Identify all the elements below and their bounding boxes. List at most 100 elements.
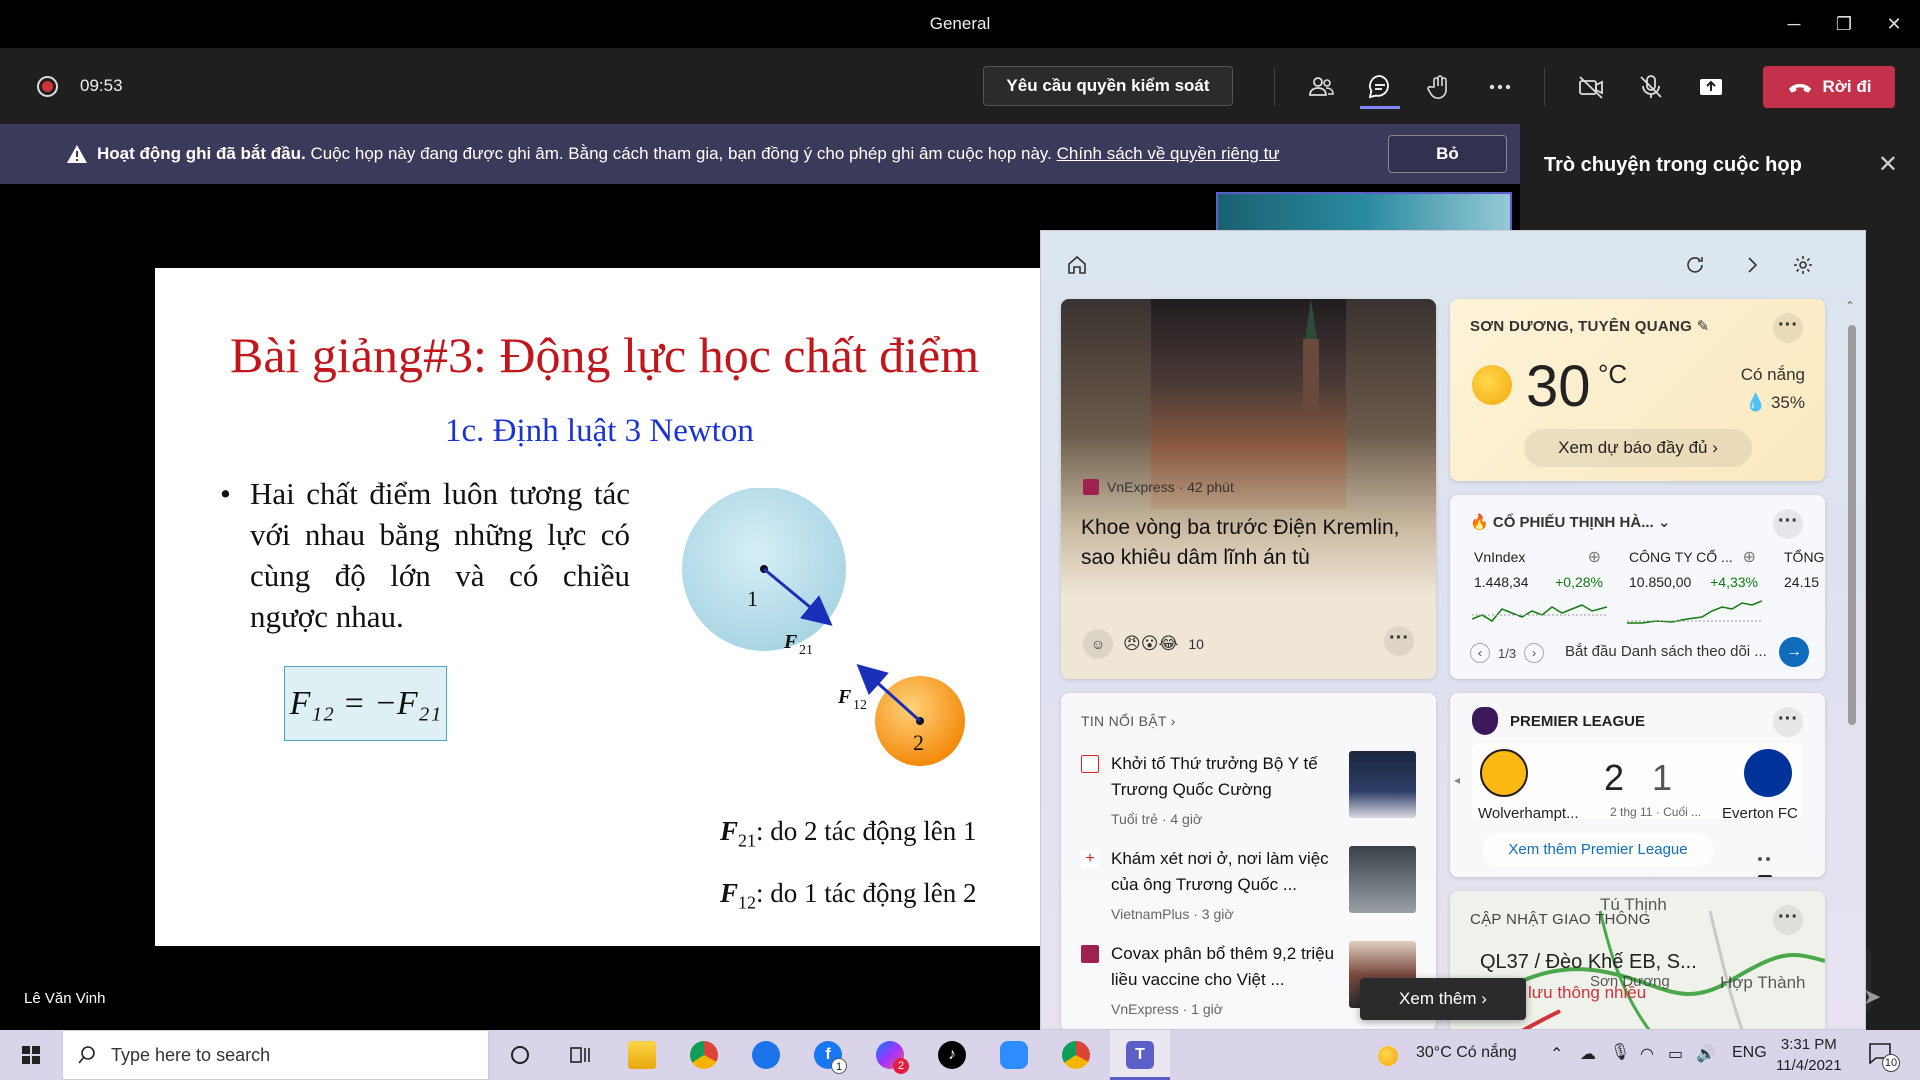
top-stories-header[interactable]: TIN NỔI BẬT › xyxy=(1081,713,1176,729)
clock-date: 11/4/2021 xyxy=(1776,1057,1842,1074)
minimize-icon[interactable]: ─ xyxy=(1774,8,1814,40)
arrow-right-icon[interactable]: → xyxy=(1779,637,1809,667)
chat-title: Trò chuyện trong cuộc họp xyxy=(1544,154,1802,176)
show-hidden-icons-icon[interactable]: ⌃ xyxy=(1550,1044,1563,1064)
presenter-name: Lê Văn Vinh xyxy=(24,990,106,1007)
full-forecast-button[interactable]: Xem dự báo đầy đủ › xyxy=(1524,429,1752,467)
participant-video-thumbnail[interactable] xyxy=(1216,192,1512,232)
leave-button[interactable]: Rời đi xyxy=(1763,66,1895,108)
privacy-link[interactable]: Chính sách về quyền riêng tư xyxy=(1057,144,1280,163)
story-title: Khám xét nơi ở, nơi làm việc của ông Trư… xyxy=(1111,849,1329,894)
volume-icon[interactable]: 🔊 xyxy=(1696,1044,1716,1064)
chevron-down-icon[interactable]: ⌄ xyxy=(1658,514,1671,531)
more-premier-league-button[interactable]: Xem thêm Premier League xyxy=(1482,833,1714,867)
news-hero-card[interactable]: VnExpress · 42 phút Khoe vòng ba trước Đ… xyxy=(1061,299,1436,679)
more-options-icon[interactable] xyxy=(1480,68,1520,106)
stock-sparkline xyxy=(1627,600,1762,624)
chat-icon[interactable] xyxy=(1360,68,1400,106)
note-f21-text: do 2 tác động lên 1 xyxy=(770,816,977,846)
premier-league-more-icon[interactable]: ··· xyxy=(1773,707,1803,737)
facebook-icon[interactable]: f1 xyxy=(811,1038,847,1074)
add-stock-icon[interactable]: ⊕ xyxy=(1588,547,1601,567)
windows-start-icon[interactable] xyxy=(10,1040,52,1070)
story-thumbnail xyxy=(1349,751,1416,818)
system-clock[interactable]: 3:31 PM 11/4/2021 xyxy=(1776,1034,1842,1076)
start-watchlist-link[interactable]: Bắt đầu Danh sách theo dõi ... xyxy=(1565,643,1767,660)
weather-condition-text: Có nắng xyxy=(1740,365,1805,384)
file-explorer-icon[interactable] xyxy=(625,1038,659,1072)
widgets-scrollbar[interactable]: ⌃ ⌄ xyxy=(1843,299,1859,1019)
weather-card[interactable]: SƠN DƯƠNG, TUYÊN QUANG ✎ ··· 30 °C Có nắ… xyxy=(1450,299,1825,481)
everton-crest-icon xyxy=(1744,749,1792,797)
messenger-icon[interactable]: 2 xyxy=(873,1038,909,1074)
close-window-icon[interactable]: ✕ xyxy=(1874,8,1914,40)
premier-league-card[interactable]: PREMIER LEAGUE ··· ◂ 2 1 Wolverhampt... … xyxy=(1450,693,1825,877)
taskbar-search-box[interactable]: Type here to search xyxy=(62,1030,489,1080)
weather-conditions: Có nắng 💧 35% xyxy=(1741,361,1805,417)
raindrop-icon: 💧 xyxy=(1745,393,1767,412)
dismiss-button[interactable]: Bỏ xyxy=(1388,135,1507,173)
edit-location-icon[interactable]: ✎ xyxy=(1697,318,1710,335)
stocks-card[interactable]: 🔥 CỔ PHIẾU THỊNH HÀ... ⌄ ··· VnIndex ⊕ 1… xyxy=(1450,495,1825,679)
news-headline[interactable]: Khoe vòng ba trước Điện Kremlin, sao khi… xyxy=(1081,513,1421,573)
hang-up-icon xyxy=(1788,83,1811,93)
camera-off-icon[interactable] xyxy=(1571,68,1611,106)
vnexpress-logo-icon xyxy=(1081,945,1099,963)
slide-bullet: Hai chất điểm luôn tương tác với nhau bằ… xyxy=(220,473,630,637)
stock-value: 24.15 xyxy=(1784,574,1820,590)
scrollbar-thumb[interactable] xyxy=(1848,325,1856,725)
home-icon[interactable] xyxy=(1063,251,1091,279)
wifi-icon[interactable]: ◠ xyxy=(1640,1044,1654,1064)
traffic-more-icon[interactable]: ··· xyxy=(1773,905,1803,935)
raise-hand-icon[interactable] xyxy=(1420,68,1460,106)
input-language[interactable]: ENG xyxy=(1732,1044,1767,1062)
taskbar-weather-icon[interactable] xyxy=(1378,1046,1398,1066)
prev-page-icon[interactable]: ‹ xyxy=(1470,643,1490,663)
settings-icon[interactable] xyxy=(1789,251,1817,279)
add-reaction-icon[interactable]: ☺ xyxy=(1083,629,1113,659)
see-more-button[interactable]: Xem thêm › xyxy=(1360,978,1526,1020)
story-item[interactable]: Khởi tố Thứ trưởng Bộ Y tế Trương Quốc C… xyxy=(1081,751,1426,841)
chevron-right-icon[interactable] xyxy=(1738,251,1766,279)
onedrive-icon[interactable]: ☁ xyxy=(1580,1044,1596,1064)
stocks-more-icon[interactable]: ··· xyxy=(1773,509,1803,539)
mic-off-icon[interactable] xyxy=(1631,68,1671,106)
warning-icon xyxy=(67,145,87,163)
notification-center-icon[interactable]: 10 xyxy=(1868,1042,1900,1072)
chevron-left-icon[interactable]: ◂ xyxy=(1454,773,1460,787)
task-view-icon[interactable] xyxy=(563,1038,597,1072)
close-chat-icon[interactable]: ✕ xyxy=(1878,150,1898,179)
story-thumbnail xyxy=(1349,846,1416,913)
zalo-icon[interactable] xyxy=(749,1038,783,1072)
restore-icon[interactable]: ❐ xyxy=(1824,8,1864,40)
chrome-icon[interactable] xyxy=(687,1038,721,1072)
particle-1-label: 1 xyxy=(747,586,758,611)
stock-name: TỔNG xyxy=(1784,549,1825,565)
carousel-dots xyxy=(1758,848,1788,877)
stock-name: CÔNG TY CỔ ... xyxy=(1629,549,1733,565)
tiktok-icon[interactable]: ♪ xyxy=(935,1038,969,1072)
microphone-icon[interactable]: 🎙 xyxy=(1610,1042,1630,1062)
cortana-icon[interactable] xyxy=(503,1038,537,1072)
participants-icon[interactable] xyxy=(1301,68,1341,106)
taskbar: Type here to search f1 2 ♪ T 30°C Có nắn… xyxy=(0,1030,1920,1080)
weather-more-icon[interactable]: ··· xyxy=(1773,313,1803,343)
request-control-button[interactable]: Yêu cầu quyền kiểm soát xyxy=(983,66,1233,106)
add-stock-icon[interactable]: ⊕ xyxy=(1743,547,1756,567)
teams-icon[interactable]: T xyxy=(1123,1038,1157,1072)
share-screen-icon[interactable] xyxy=(1691,68,1731,106)
toolbar-divider xyxy=(1274,68,1275,106)
taskbar-weather[interactable]: 30°C Có nắng xyxy=(1416,1044,1517,1062)
story-meta: VietnamPlus · 3 giờ xyxy=(1111,906,1234,922)
scroll-up-icon[interactable]: ⌃ xyxy=(1845,299,1855,313)
story-item[interactable]: + Khám xét nơi ở, nơi làm việc của ông T… xyxy=(1081,846,1426,936)
zoom-icon[interactable] xyxy=(997,1038,1031,1072)
match-card[interactable]: 2 1 Wolverhampt... Everton FC 2 thg 11 ·… xyxy=(1472,743,1802,822)
refresh-icon[interactable] xyxy=(1681,251,1709,279)
note-f21-symbol: F xyxy=(720,816,739,846)
story-meta: VnExpress · 1 giờ xyxy=(1111,1001,1223,1017)
next-page-icon[interactable]: › xyxy=(1524,643,1545,663)
chrome-profile-icon[interactable] xyxy=(1059,1038,1093,1072)
battery-icon[interactable]: ▭ xyxy=(1668,1044,1683,1064)
hero-more-icon[interactable]: ··· xyxy=(1384,626,1414,656)
